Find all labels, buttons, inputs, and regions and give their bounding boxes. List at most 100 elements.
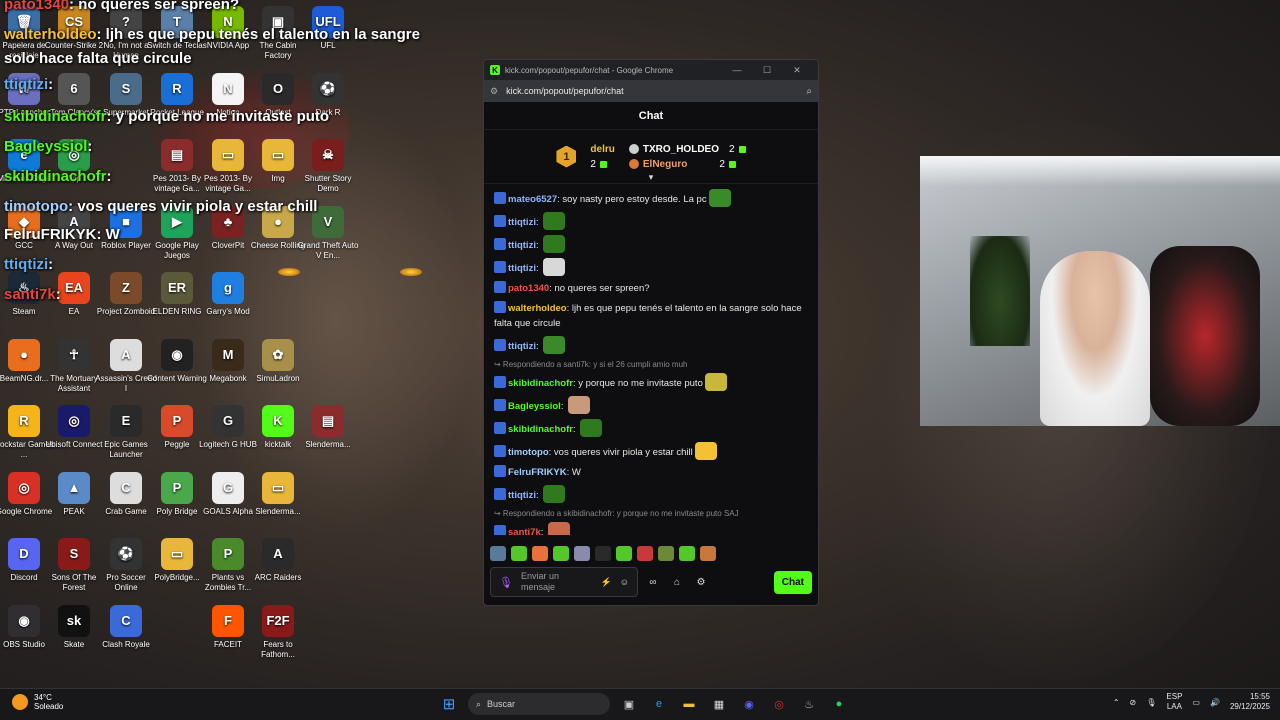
emote-icon[interactable] bbox=[574, 545, 590, 561]
reply-context[interactable]: ↪ Respondiendo a santi7k: y si el 26 cum… bbox=[494, 360, 808, 369]
emote-icon[interactable] bbox=[658, 545, 674, 561]
emote-icon[interactable] bbox=[511, 545, 527, 561]
microphone-icon[interactable]: 🎙 bbox=[499, 576, 513, 589]
minimize-button[interactable]: — bbox=[722, 65, 752, 75]
desktop-icon[interactable]: ✿ SimuLadron bbox=[246, 338, 310, 384]
expand-leaderboard-icon[interactable]: ▾ bbox=[649, 172, 654, 183]
user-badge-icon bbox=[494, 488, 506, 500]
taskbar-search[interactable]: ⌕ Buscar bbox=[468, 693, 610, 715]
chrome-taskbar-icon[interactable]: ◎ bbox=[768, 693, 790, 715]
chat-emote[interactable] bbox=[543, 212, 566, 230]
settings-gear-icon[interactable]: ⚙ bbox=[692, 577, 710, 588]
emote-icon[interactable] bbox=[532, 545, 548, 561]
windows-start-icon[interactable]: ⊞ bbox=[438, 693, 460, 715]
edge-icon[interactable]: e bbox=[648, 693, 670, 715]
kick-logo-icon: K bbox=[490, 65, 500, 75]
desktop-icon-label: Slenderma... bbox=[255, 506, 301, 516]
desktop-icon[interactable]: g Garry's Mod bbox=[196, 272, 260, 317]
chat-emote[interactable] bbox=[708, 189, 731, 207]
emote-icon[interactable] bbox=[616, 545, 632, 561]
spotify-icon[interactable]: ● bbox=[828, 693, 850, 715]
chat-username[interactable]: pato1340 bbox=[508, 283, 549, 294]
chat-emote[interactable] bbox=[548, 522, 571, 535]
chat-emote[interactable] bbox=[568, 396, 591, 414]
chat-username[interactable]: ttiqtizi bbox=[508, 240, 536, 251]
leader-second-user[interactable]: TXRO_HOLDEO bbox=[643, 144, 719, 155]
overlay-chat-line: solo hace falta que circule bbox=[4, 50, 192, 67]
emote-icon[interactable] bbox=[700, 545, 716, 561]
app-icon: ER bbox=[161, 272, 193, 304]
kick-gem-icon bbox=[728, 160, 736, 168]
task-view-icon[interactable]: ▣ bbox=[618, 693, 640, 715]
desktop-icon[interactable]: A ARC Raiders bbox=[246, 538, 310, 583]
app-icon: A bbox=[262, 538, 294, 570]
send-chat-button[interactable]: Chat bbox=[773, 570, 812, 594]
desktop-icon[interactable]: C Clash Royale bbox=[94, 604, 158, 650]
maximize-button[interactable]: ☐ bbox=[752, 65, 782, 76]
kick-gem-icon bbox=[738, 145, 746, 153]
chat-username[interactable]: skibidinachofr bbox=[508, 424, 573, 435]
weather-widget[interactable]: 34°C Soleado bbox=[12, 693, 63, 711]
display-icon[interactable]: ▭ bbox=[1192, 698, 1200, 707]
clock[interactable]: 15:55 29/12/2025 bbox=[1230, 692, 1270, 712]
chat-emote[interactable] bbox=[694, 442, 717, 460]
chat-username[interactable]: Bagleyssiol bbox=[508, 401, 561, 412]
link-tools-icon[interactable]: ∞ bbox=[644, 577, 662, 588]
chat-username[interactable]: santi7k bbox=[508, 527, 541, 535]
desktop-icon[interactable]: ▭ Slenderma... bbox=[246, 471, 310, 517]
emote-icon[interactable] bbox=[637, 545, 653, 561]
chat-username[interactable]: ttiqtizi bbox=[508, 217, 536, 228]
reply-context[interactable]: ↪ Respondiendo a skibidinachofr: y porqu… bbox=[494, 509, 808, 518]
address-bar[interactable]: ⚙ kick.com/popout/pepufor/chat ⌕ bbox=[484, 80, 818, 102]
steam-taskbar-icon[interactable]: ♨ bbox=[798, 693, 820, 715]
chat-emote[interactable] bbox=[704, 373, 727, 391]
search-icon: ⌕ bbox=[476, 698, 482, 709]
desktop-icon[interactable]: ▤ Slenderma... bbox=[296, 405, 360, 450]
chat-username[interactable]: ttiqtizi bbox=[508, 341, 536, 352]
emote-icon[interactable] bbox=[490, 545, 506, 561]
chat-emote[interactable] bbox=[543, 258, 566, 276]
store-icon[interactable]: ⌂ bbox=[668, 577, 686, 588]
file-explorer-icon[interactable]: ▬ bbox=[678, 693, 700, 715]
chat-emote[interactable] bbox=[543, 485, 566, 503]
chat-username[interactable]: ttiqtizi bbox=[508, 263, 536, 274]
chat-message-text: y porque no me invitaste puto bbox=[578, 378, 703, 389]
chat-input-placeholder[interactable]: Enviar un mensaje bbox=[521, 571, 593, 593]
chat-emote[interactable] bbox=[543, 336, 566, 354]
network-off-icon[interactable]: ⊘ bbox=[1130, 698, 1137, 707]
url-text[interactable]: kick.com/popout/pepufor/chat bbox=[506, 86, 806, 96]
chat-emote[interactable] bbox=[580, 419, 603, 437]
language-bottom: LAA bbox=[1166, 702, 1182, 711]
format-icon[interactable]: ⚡ bbox=[601, 577, 612, 588]
app-icon: ▭ bbox=[262, 139, 294, 171]
chevron-up-icon[interactable]: ⌃ bbox=[1113, 698, 1120, 707]
leader-first-user[interactable]: delru bbox=[590, 144, 614, 155]
close-button[interactable]: ✕ bbox=[782, 65, 812, 76]
language-indicator[interactable]: ESP LAA bbox=[1166, 692, 1182, 712]
microphone-tray-icon[interactable]: 🎙 bbox=[1146, 698, 1156, 707]
desktop-icon[interactable]: ☠ Shutter Story Demo bbox=[296, 139, 360, 194]
emote-icon[interactable] bbox=[553, 545, 569, 561]
zoom-icon[interactable]: ⌕ bbox=[806, 86, 812, 97]
discord-taskbar-icon[interactable]: ◉ bbox=[738, 693, 760, 715]
emote-icon[interactable] bbox=[595, 545, 611, 561]
emoji-icon[interactable]: ☺ bbox=[620, 577, 629, 587]
app-icon: sk bbox=[58, 604, 90, 637]
chat-emote[interactable] bbox=[543, 235, 566, 253]
chat-username[interactable]: timotopo bbox=[508, 447, 549, 458]
emote-icon[interactable] bbox=[679, 545, 695, 561]
chat-input[interactable]: 🎙 Enviar un mensaje ⚡ ☺ bbox=[490, 567, 638, 597]
volume-icon[interactable]: 🔊 bbox=[1210, 698, 1220, 707]
leader-third-user[interactable]: ElNeguro bbox=[643, 159, 687, 170]
store-app-icon[interactable]: ▦ bbox=[708, 693, 730, 715]
chat-username[interactable]: walterholdeo bbox=[508, 303, 567, 314]
chat-username[interactable]: FelruFRIKYK bbox=[508, 467, 567, 478]
chat-username[interactable]: skibidinachofr bbox=[508, 378, 573, 389]
app-icon: ⚽ bbox=[312, 72, 344, 105]
chat-username[interactable]: mateo6527 bbox=[508, 194, 557, 205]
site-info-icon[interactable]: ⚙ bbox=[490, 86, 498, 97]
desktop-icon[interactable]: F2F Fears to Fathom... bbox=[246, 604, 310, 660]
app-icon: O bbox=[262, 72, 294, 105]
chat-message: Bagleyssiol: bbox=[494, 396, 808, 414]
chat-username[interactable]: ttiqtizi bbox=[508, 490, 536, 501]
